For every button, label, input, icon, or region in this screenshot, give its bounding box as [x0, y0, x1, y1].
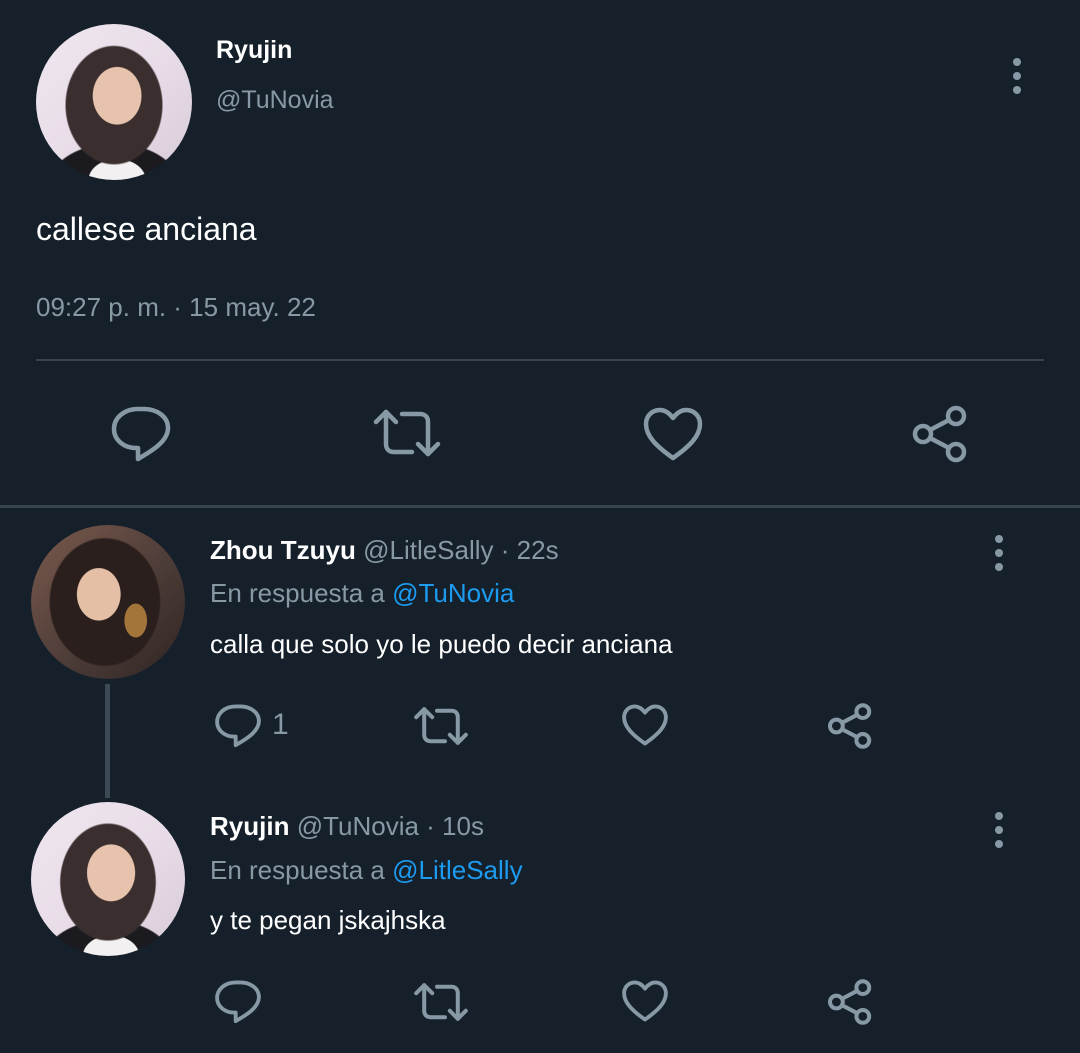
reply-header: Ryujin @TuNovia · 10s [210, 811, 484, 842]
divider [36, 359, 1044, 361]
reply-to-link[interactable]: @TuNovia [392, 578, 514, 608]
thread-line [105, 684, 110, 798]
author-handle[interactable]: @TuNovia [216, 86, 334, 115]
reply-text: calla que solo yo le puedo decir anciana [210, 629, 673, 659]
author-name[interactable]: Ryujin [210, 811, 289, 841]
share-icon[interactable] [826, 978, 874, 1026]
author-name[interactable]: Zhou Tzuyu [210, 535, 356, 565]
reply-context: En respuesta a @TuNovia [210, 578, 514, 609]
like-icon[interactable] [621, 703, 669, 747]
more-options-icon[interactable] [1007, 58, 1027, 94]
section-divider [0, 505, 1080, 508]
reply-time: · 22s [500, 535, 559, 565]
retweet-icon[interactable] [372, 406, 442, 460]
avatar[interactable] [31, 802, 185, 956]
author-handle[interactable]: @LitleSally [363, 535, 493, 565]
tweet-text: callese anciana [36, 211, 257, 247]
like-icon[interactable] [621, 979, 669, 1023]
tweet-timestamp: 09:27 p. m. · 15 may. 22 [36, 292, 316, 322]
reply-context: En respuesta a @LitleSally [210, 855, 523, 886]
reply-header: Zhou Tzuyu @LitleSally · 22s [210, 535, 559, 566]
author-name[interactable]: Ryujin [216, 36, 292, 65]
reply-time: · 10s [426, 811, 484, 841]
reply-text: y te pegan jskajhska [210, 905, 446, 935]
reply-prefix: En respuesta a [210, 578, 385, 608]
reply-to-link[interactable]: @LitleSally [392, 855, 522, 885]
reply-prefix: En respuesta a [210, 855, 385, 885]
share-icon[interactable] [910, 404, 970, 464]
more-options-icon[interactable] [989, 812, 1009, 848]
reply-icon[interactable] [214, 702, 262, 748]
retweet-icon[interactable] [413, 704, 469, 748]
reply-icon[interactable] [110, 404, 172, 462]
author-handle[interactable]: @TuNovia [297, 811, 419, 841]
avatar[interactable] [31, 525, 185, 679]
reply-icon[interactable] [214, 978, 262, 1024]
like-icon[interactable] [642, 406, 704, 462]
reply-count: 1 [272, 708, 289, 741]
share-icon[interactable] [826, 702, 874, 750]
avatar[interactable] [36, 24, 192, 180]
more-options-icon[interactable] [989, 535, 1009, 571]
retweet-icon[interactable] [413, 980, 469, 1024]
